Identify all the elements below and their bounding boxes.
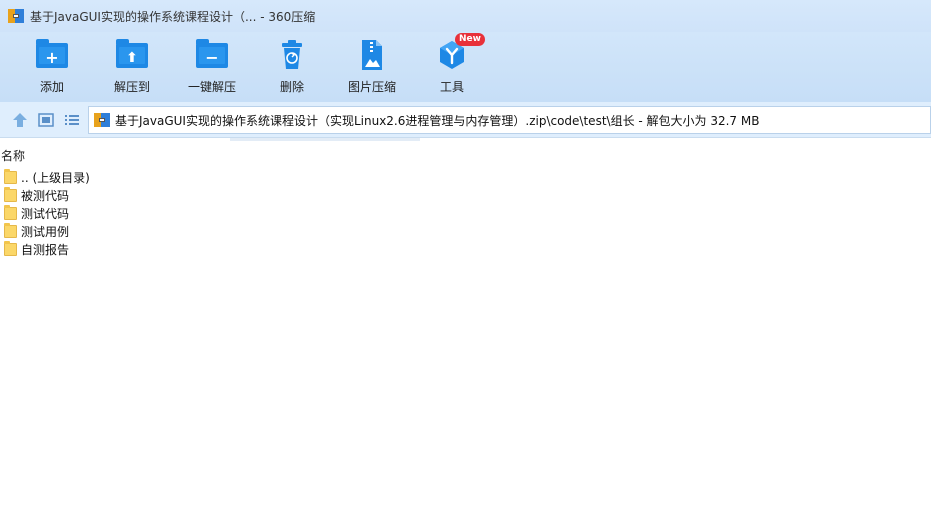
delete-label: 删除 <box>279 80 304 94</box>
folder-icon <box>4 168 17 184</box>
one-click-extract-button[interactable]: − 一键解压 <box>177 38 247 98</box>
add-label: 添加 <box>39 80 64 94</box>
delete-icon <box>275 38 309 72</box>
tools-button[interactable]: New 工具 <box>417 33 487 98</box>
folder-icon <box>4 186 17 202</box>
list-item[interactable]: 测试用例 <box>4 222 90 240</box>
one-click-extract-label: 一键解压 <box>187 80 236 94</box>
thumbnail-view-icon[interactable] <box>37 111 55 129</box>
file-name: 测试用例 <box>21 224 70 239</box>
toolbar: + 添加 ⬆ 解压到 − 一键解压 删除 图片压缩 New 工具 <box>0 32 931 102</box>
list-item[interactable]: 自测报告 <box>4 240 90 258</box>
list-item[interactable]: 被测代码 <box>4 186 90 204</box>
list-item[interactable]: 测试代码 <box>4 204 90 222</box>
extract-to-button[interactable]: ⬆ 解压到 <box>97 38 167 98</box>
up-arrow-icon[interactable] <box>11 111 29 129</box>
archive-icon <box>94 113 110 127</box>
image-compress-icon <box>355 38 389 72</box>
file-name: 测试代码 <box>21 206 70 221</box>
app-icon <box>8 9 24 23</box>
title-bar: 基于JavaGUI实现的操作系统课程设计（... - 360压缩 <box>0 0 931 32</box>
new-badge: New <box>455 33 485 46</box>
file-list: .. (上级目录) 被测代码 测试代码 测试用例 自测报告 <box>4 168 90 258</box>
add-button[interactable]: + 添加 <box>17 38 87 98</box>
navigation-bar: 基于JavaGUI实现的操作系统课程设计（实现Linux2.6进程管理与内存管理… <box>0 102 931 138</box>
list-view-icon[interactable] <box>63 111 81 129</box>
extract-to-icon: ⬆ <box>115 38 149 72</box>
folder-icon <box>4 222 17 238</box>
extract-to-label: 解压到 <box>113 80 150 94</box>
address-bar[interactable]: 基于JavaGUI实现的操作系统课程设计（实现Linux2.6进程管理与内存管理… <box>88 106 931 134</box>
column-header-name[interactable]: 名称 <box>1 147 25 164</box>
tools-label: 工具 <box>439 80 464 94</box>
list-item-parent-dir[interactable]: .. (上级目录) <box>4 168 90 186</box>
delete-button[interactable]: 删除 <box>257 38 327 98</box>
folder-icon <box>4 204 17 220</box>
horizontal-scroll-indicator <box>230 138 420 141</box>
window-title: 基于JavaGUI实现的操作系统课程设计（... - 360压缩 <box>30 9 316 24</box>
file-name: .. (上级目录) <box>21 170 90 185</box>
tools-icon: New <box>435 33 485 72</box>
folder-icon <box>4 240 17 256</box>
file-name: 被测代码 <box>21 188 70 203</box>
image-compress-button[interactable]: 图片压缩 <box>337 38 407 98</box>
address-path: 基于JavaGUI实现的操作系统课程设计（实现Linux2.6进程管理与内存管理… <box>115 113 760 128</box>
add-icon: + <box>35 38 69 72</box>
image-compress-label: 图片压缩 <box>347 80 396 94</box>
file-name: 自测报告 <box>21 242 70 257</box>
one-click-extract-icon: − <box>195 38 229 72</box>
